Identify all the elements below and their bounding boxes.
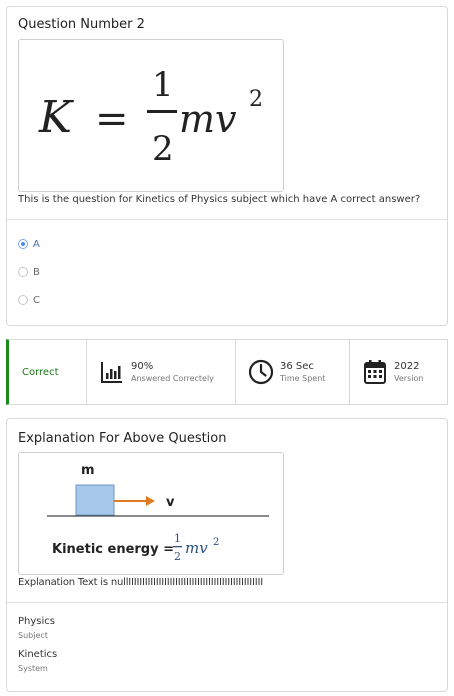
diagram-denominator: 2 xyxy=(174,550,181,563)
formula-numerator: 1 xyxy=(152,65,174,105)
time-label: Time Spent xyxy=(280,373,326,383)
question-card: Question Number 2 K = 1 2 mv 2 This is t… xyxy=(6,6,448,326)
subject-label: Subject xyxy=(18,631,48,640)
explanation-title: Explanation For Above Question xyxy=(18,431,227,446)
radio-icon[interactable] xyxy=(18,295,28,305)
kinetic-energy-label: Kinetic energy = xyxy=(52,542,174,557)
mass-label: m xyxy=(81,463,95,478)
formula-fraction-bar xyxy=(147,110,177,113)
formula-denominator: 2 xyxy=(152,129,174,169)
time-value: 36 Sec xyxy=(280,360,314,372)
calendar-icon xyxy=(362,359,388,385)
stat-time-spent: 36 Sec Time Spent xyxy=(236,340,350,404)
result-stats-bar: Correct 90% Answered Correctely 36 Sec T… xyxy=(6,339,448,405)
clock-icon xyxy=(248,359,274,385)
option-label: C xyxy=(33,294,40,306)
radio-icon[interactable] xyxy=(18,267,28,277)
question-formula-image: K = 1 2 mv 2 xyxy=(18,39,284,192)
stat-answered-correctly: 90% Answered Correctely xyxy=(87,340,236,404)
diagram-rhs: mv xyxy=(185,539,208,557)
formula-exponent: 2 xyxy=(249,87,263,112)
subject-value: Physics xyxy=(18,616,55,627)
radio-selected-icon[interactable] xyxy=(18,239,28,249)
version-label: Version xyxy=(394,373,424,383)
divider xyxy=(7,602,447,603)
explanation-image: m v Kinetic energy = 1 2 mv 2 xyxy=(18,452,284,575)
question-text: This is the question for Kinetics of Phy… xyxy=(18,194,421,205)
option-c[interactable]: C xyxy=(18,293,40,307)
explanation-text: Explanation Text is nullIIIIIIIIIIIIIIII… xyxy=(18,577,264,588)
formula-equals: = xyxy=(95,96,129,142)
diagram-numerator: 1 xyxy=(174,532,181,545)
system-label: System xyxy=(18,664,48,673)
kinetic-energy-formula: K = 1 2 mv 2 xyxy=(38,65,263,169)
system-value: Kinetics xyxy=(18,649,58,660)
kinetic-energy-diagram: m v Kinetic energy = 1 2 mv 2 xyxy=(47,463,269,563)
formula-lhs: K xyxy=(38,92,74,143)
velocity-label: v xyxy=(166,495,175,510)
result-status-label: Correct xyxy=(22,366,59,378)
arrow-right-icon xyxy=(146,496,155,506)
option-label: B xyxy=(33,266,40,278)
diagram-exponent: 2 xyxy=(213,537,219,548)
option-a[interactable]: A xyxy=(18,237,40,251)
divider xyxy=(7,219,447,220)
option-label: A xyxy=(33,238,40,250)
percent-label: Answered Correctely xyxy=(131,373,214,383)
formula-rhs: mv xyxy=(179,97,237,141)
mass-block xyxy=(75,484,115,516)
option-b[interactable]: B xyxy=(18,265,40,279)
stat-version: 2022 Version xyxy=(350,340,447,404)
diagram-fraction-bar xyxy=(173,546,182,548)
bar-chart-icon xyxy=(99,359,125,385)
version-value: 2022 xyxy=(394,360,420,372)
question-title: Question Number 2 xyxy=(18,17,145,32)
explanation-card: Explanation For Above Question m v Kinet… xyxy=(6,418,448,692)
result-status: Correct xyxy=(9,340,87,404)
percent-value: 90% xyxy=(131,360,154,372)
